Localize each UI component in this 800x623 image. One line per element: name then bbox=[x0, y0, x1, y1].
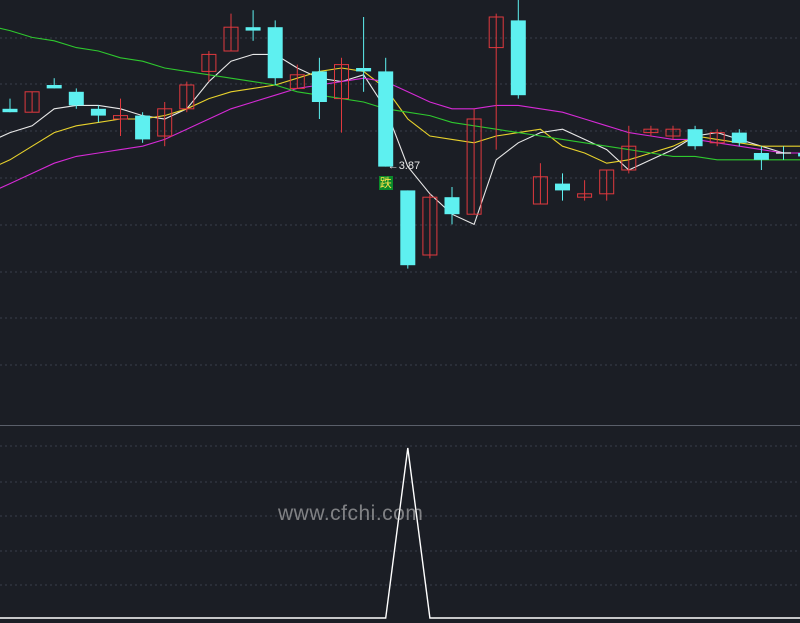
candle-body bbox=[753, 153, 769, 160]
candle-body bbox=[46, 85, 62, 89]
stock-chart bbox=[0, 0, 800, 619]
signal-badge: 跌 bbox=[378, 175, 393, 190]
candle-body bbox=[687, 129, 703, 147]
candle-body bbox=[378, 71, 394, 167]
candle-body bbox=[267, 27, 283, 79]
candle-body bbox=[400, 190, 416, 266]
candle-body bbox=[68, 91, 84, 106]
candle-body bbox=[731, 132, 747, 143]
low-price-arrow: ← bbox=[387, 159, 399, 172]
candle-body bbox=[135, 115, 151, 140]
low-price-label: ←3.87 bbox=[388, 160, 420, 172]
watermark: www.cfchi.com bbox=[278, 502, 424, 525]
signal-indicator-panel bbox=[0, 447, 800, 619]
candle-body bbox=[2, 108, 18, 113]
candle-body bbox=[510, 20, 526, 96]
candle-body bbox=[311, 71, 327, 102]
candlesticks bbox=[2, 0, 800, 269]
low-price-value: 3.87 bbox=[398, 159, 421, 172]
candle-body bbox=[356, 68, 372, 72]
candle-body bbox=[90, 108, 106, 116]
candle-body bbox=[444, 197, 460, 215]
candle-body bbox=[555, 183, 570, 191]
signal-line bbox=[0, 447, 800, 619]
candle-body bbox=[245, 27, 261, 31]
